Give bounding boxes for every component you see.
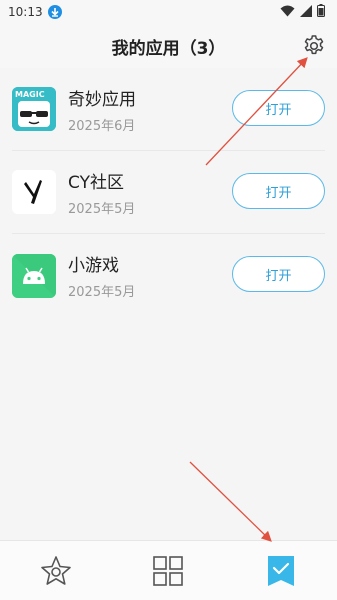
open-button[interactable]: 打开 bbox=[232, 256, 325, 292]
magic-app-icon: MAGIC bbox=[12, 87, 56, 131]
arrow-to-my-apps bbox=[189, 461, 272, 542]
cy-community-icon bbox=[12, 170, 56, 214]
status-time: 10:13 bbox=[8, 5, 43, 19]
list-item: 小游戏 2025年5月 打开 bbox=[12, 234, 325, 317]
header: 我的应用（3） bbox=[0, 24, 337, 68]
app-name: 小游戏 bbox=[68, 256, 119, 276]
app-name: CY社区 bbox=[68, 172, 124, 193]
status-bar: 10:13 bbox=[0, 0, 337, 24]
nav-item-my-apps[interactable] bbox=[251, 541, 311, 600]
magic-logo-text: MAGIC bbox=[15, 90, 45, 99]
app-info: 小游戏 2025年5月 bbox=[68, 251, 135, 300]
signal-icon bbox=[300, 4, 312, 20]
list-item: MAGIC 奇妙应用 2025年6月 打开 bbox=[12, 68, 325, 151]
status-left: 10:13 bbox=[8, 5, 62, 19]
app-list: MAGIC 奇妙应用 2025年6月 打开 CY社区 2025年5月 打开 小游… bbox=[0, 68, 337, 317]
star-icon bbox=[41, 555, 71, 585]
open-button[interactable]: 打开 bbox=[232, 173, 325, 209]
app-info: 奇妙应用 2025年6月 bbox=[68, 85, 136, 134]
app-date: 2025年5月 bbox=[68, 201, 136, 217]
android-icon bbox=[12, 253, 56, 298]
nav-item-categories[interactable] bbox=[138, 541, 198, 600]
app-date: 2025年6月 bbox=[68, 118, 136, 134]
app-info: CY社区 2025年5月 bbox=[68, 168, 135, 217]
status-right bbox=[280, 4, 325, 20]
app-name: 奇妙应用 bbox=[68, 89, 136, 110]
page-title: 我的应用（3） bbox=[111, 38, 226, 59]
battery-icon bbox=[317, 4, 325, 20]
wifi-icon bbox=[280, 5, 295, 20]
check-bookmark-icon bbox=[267, 555, 294, 586]
open-button[interactable]: 打开 bbox=[232, 90, 325, 126]
settings-button[interactable] bbox=[301, 33, 327, 59]
bottom-nav bbox=[0, 540, 337, 600]
gear-icon bbox=[304, 35, 324, 55]
list-item: CY社区 2025年5月 打开 bbox=[12, 151, 325, 234]
app-date: 2025年5月 bbox=[68, 285, 136, 300]
grid-icon bbox=[153, 555, 184, 586]
download-icon bbox=[47, 5, 62, 19]
nav-item-featured[interactable] bbox=[26, 541, 86, 600]
